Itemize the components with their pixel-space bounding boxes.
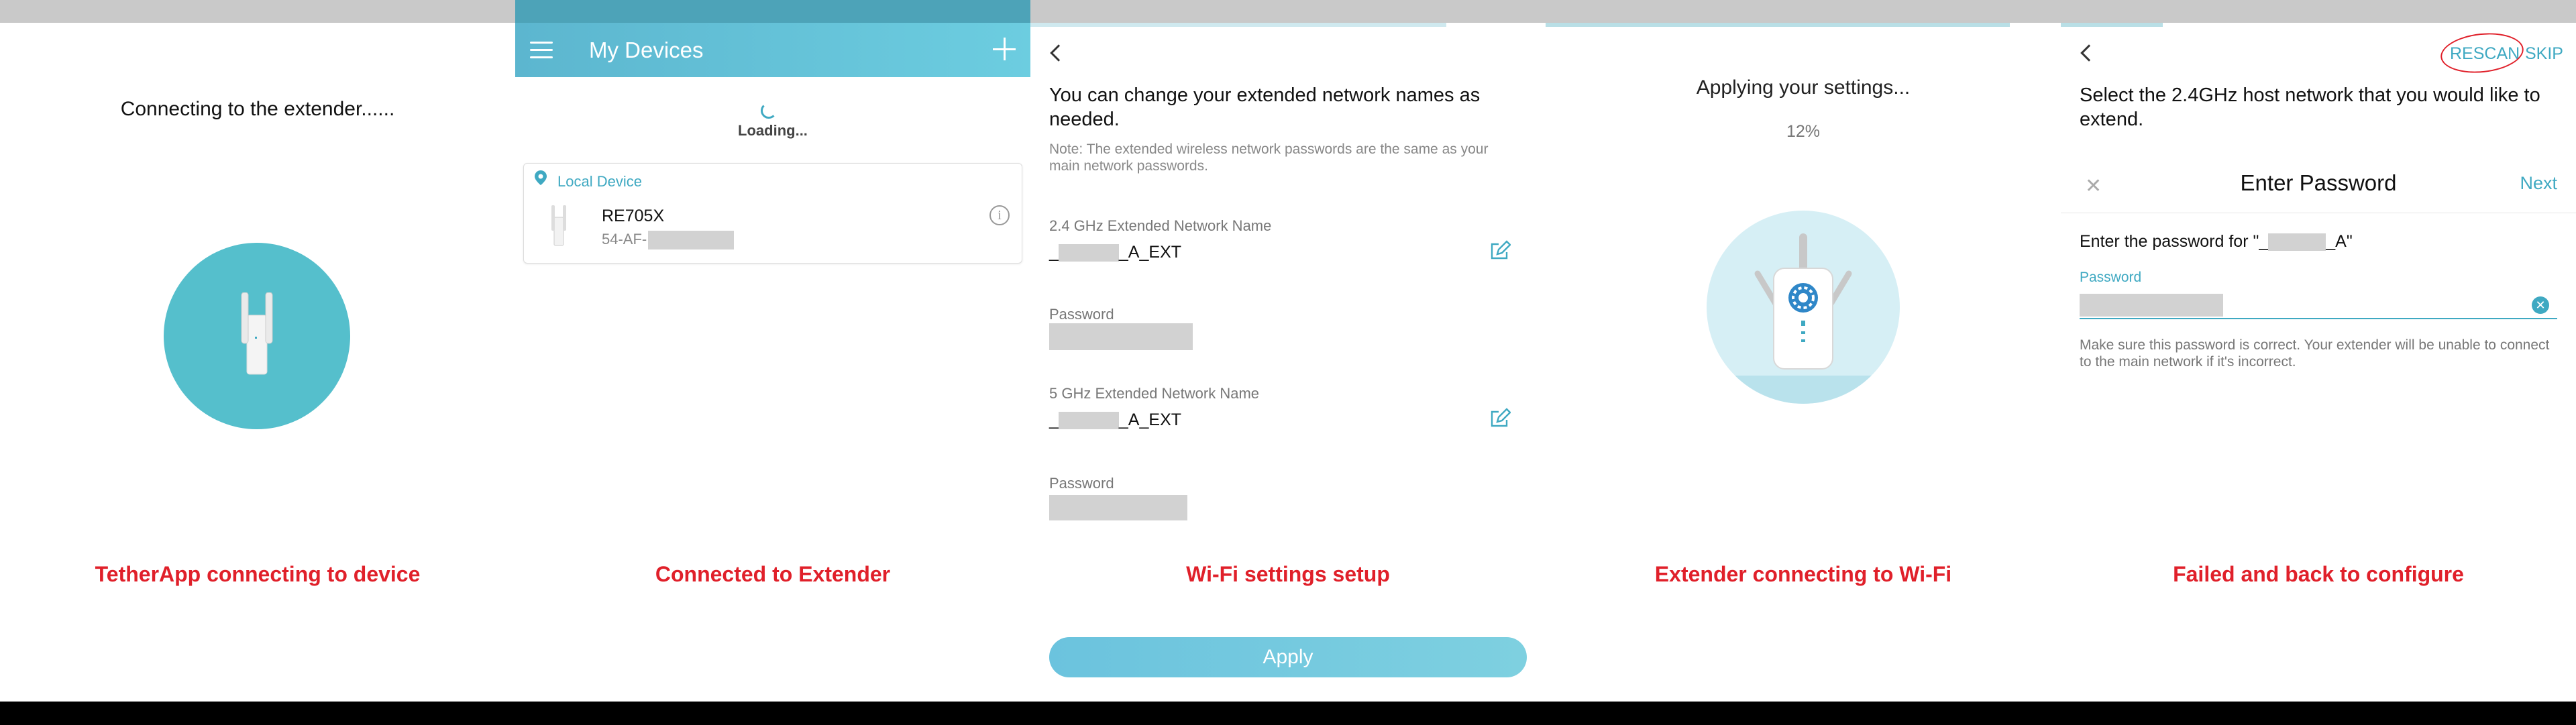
- select-network-heading: Select the 2.4GHz host network that you …: [2080, 85, 2540, 130]
- password-24-label: Password: [1049, 306, 1114, 323]
- apply-button[interactable]: Apply: [1049, 637, 1527, 677]
- panel-applying: Applying your settings... 12% Extender c…: [1546, 0, 2061, 702]
- status-bar: [0, 0, 515, 23]
- add-device-icon[interactable]: [993, 38, 1016, 60]
- network-name-24-value[interactable]: _ _A_EXT: [1049, 243, 1181, 262]
- password-dialog-header: ✕ Enter Password Next: [2061, 160, 2576, 213]
- device-mac: 54-AF-: [602, 231, 735, 250]
- password-24-value[interactable]: [1049, 323, 1193, 350]
- status-bar: [2061, 0, 2576, 23]
- extender-illustration: [164, 243, 350, 429]
- extender-thumbnail-icon: [551, 205, 566, 246]
- loading-text: Loading...: [738, 122, 808, 139]
- edit-icon[interactable]: [1489, 240, 1511, 262]
- setup-progress-bar: [2061, 23, 2163, 27]
- back-chevron-icon[interactable]: [1050, 44, 1067, 62]
- status-bar: [1030, 0, 1546, 23]
- hamburger-menu-icon[interactable]: [530, 42, 553, 59]
- redacted-block: [648, 231, 735, 250]
- caption-step2: Connected to Extender: [655, 562, 891, 586]
- loading-spinner-icon: [761, 103, 777, 119]
- network-name-5-label: 5 GHz Extended Network Name: [1049, 385, 1260, 402]
- password-5-label: Password: [1049, 475, 1114, 492]
- network-name-5-value[interactable]: _ _A_EXT: [1049, 410, 1181, 430]
- progress-percent: 12%: [1786, 122, 1821, 141]
- password-hint: Make sure this password is correct. Your…: [2080, 337, 2550, 370]
- info-icon[interactable]: i: [989, 205, 1010, 225]
- caption-step4: Extender connecting to Wi-Fi: [1654, 562, 1952, 586]
- panel-enter-password: RESCAN SKIP Select the 2.4GHz host netwo…: [2061, 0, 2576, 702]
- applying-illustration: [1707, 211, 1900, 404]
- panel-wifi-settings: You can change your extended network nam…: [1030, 0, 1546, 702]
- clear-input-icon[interactable]: ✕: [2532, 296, 2549, 314]
- local-device-label: Local Device: [557, 173, 642, 190]
- applying-text: Applying your settings...: [1696, 76, 1911, 99]
- setup-progress-bar: [1546, 23, 2010, 27]
- caption-step5: Failed and back to configure: [2173, 562, 2464, 586]
- next-button[interactable]: Next: [2520, 173, 2557, 194]
- panel-my-devices: My Devices Loading... Local Device RE705…: [515, 0, 1030, 702]
- device-card[interactable]: Local Device RE705X 54-AF- i: [523, 163, 1022, 264]
- network-name-24-label: 2.4 GHz Extended Network Name: [1049, 217, 1272, 234]
- connecting-title: Connecting to the extender......: [120, 98, 395, 120]
- caption-step3: Wi-Fi settings setup: [1186, 562, 1390, 586]
- redacted-block: [2080, 294, 2223, 317]
- extender-gear-icon: [1754, 233, 1852, 370]
- settings-heading: You can change your extended network nam…: [1049, 85, 1481, 130]
- caption-step1: TetherApp connecting to device: [95, 562, 421, 586]
- bottom-bar: [0, 702, 2576, 725]
- page-title: My Devices: [589, 38, 704, 62]
- setup-progress-bar: [1030, 23, 1446, 27]
- status-bar: [515, 0, 1030, 23]
- skip-button[interactable]: SKIP: [2525, 44, 2563, 64]
- dialog-title: Enter Password: [2240, 170, 2397, 195]
- redacted-block: [2268, 233, 2326, 252]
- password-input[interactable]: ✕: [2080, 290, 2557, 319]
- extender-device-icon: [241, 292, 273, 375]
- settings-note: Note: The extended wireless network pass…: [1049, 142, 1489, 174]
- location-pin-icon: [535, 170, 547, 185]
- password-label: Password: [2080, 270, 2142, 285]
- enter-password-prompt: Enter the password for "_ _A": [2080, 232, 2353, 252]
- annotation-circle: [2438, 29, 2526, 77]
- edit-icon[interactable]: [1489, 408, 1511, 429]
- app-bar: My Devices: [515, 0, 1030, 77]
- panel-connecting: Connecting to the extender...... TetherA…: [0, 0, 515, 702]
- redacted-block: [1058, 244, 1119, 262]
- password-5-value[interactable]: [1049, 495, 1187, 520]
- status-bar: [1546, 0, 2061, 23]
- device-name: RE705X: [602, 207, 665, 225]
- back-chevron-icon[interactable]: [2080, 44, 2098, 62]
- redacted-block: [1058, 412, 1119, 430]
